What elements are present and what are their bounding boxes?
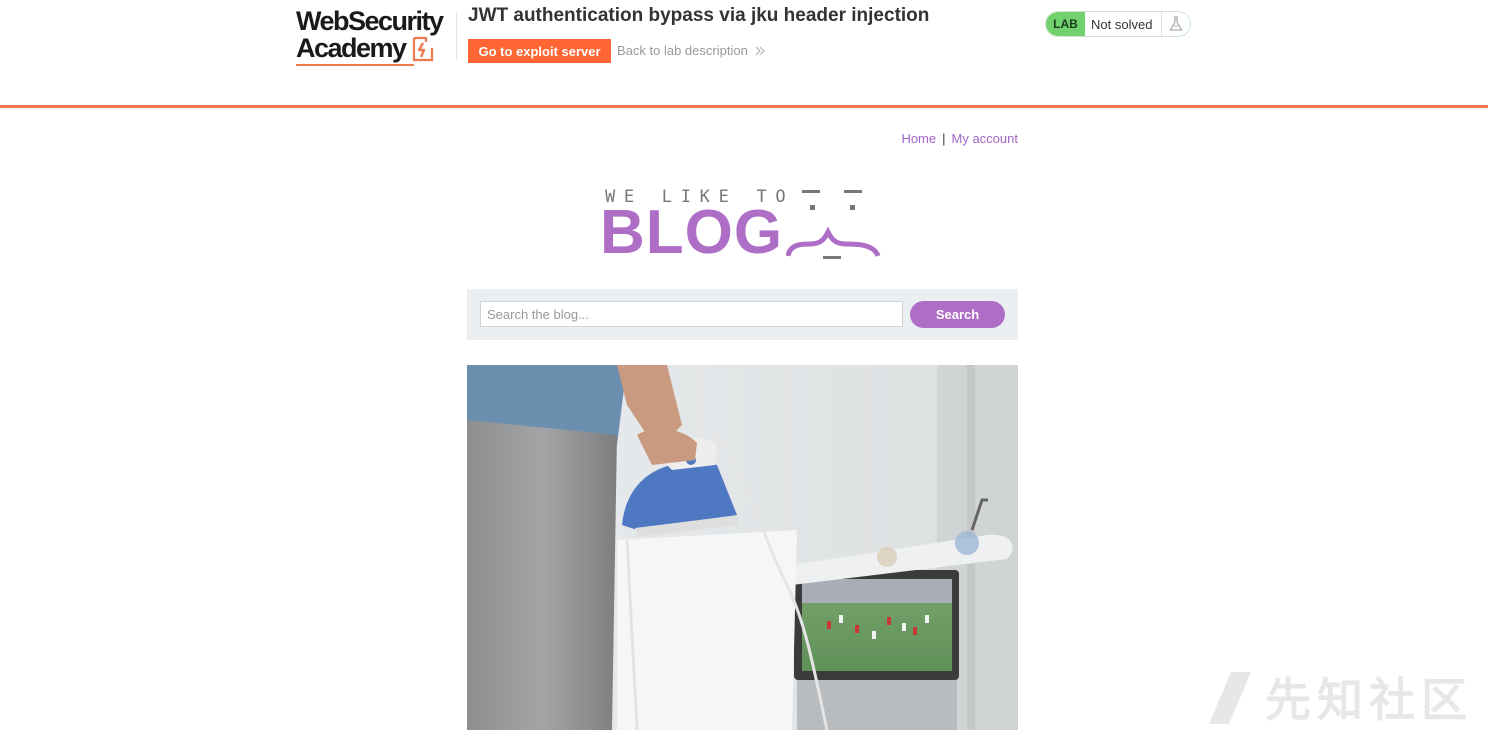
search-input[interactable] — [480, 301, 903, 327]
xianzhi-watermark: 先知社区 — [1205, 664, 1473, 730]
academy-header: WebSecurity Academy JWT authentication b… — [0, 0, 1488, 108]
search-panel: Search — [467, 289, 1018, 340]
back-to-lab-description-link[interactable]: Back to lab description — [617, 43, 766, 58]
lab-title: JWT authentication bypass via jku header… — [468, 5, 930, 26]
top-nav: Home | My account — [880, 131, 1018, 146]
photo-person-ironing-shirt-watching-football — [467, 365, 1018, 730]
header-divider — [456, 12, 457, 60]
go-to-exploit-server-button[interactable]: Go to exploit server — [468, 39, 611, 63]
brace-face-icon — [786, 190, 881, 259]
double-chevron-right-icon — [755, 46, 765, 55]
home-link[interactable]: Home — [901, 131, 936, 146]
logo-underline — [296, 64, 414, 66]
blog-banner: WE LIKE TO BLOG — [600, 182, 885, 264]
nav-separator: | — [942, 131, 946, 146]
web-security-academy-logo[interactable]: WebSecurity Academy — [296, 8, 456, 70]
flask-icon — [1162, 12, 1190, 36]
blog-post-image[interactable] — [467, 365, 1018, 730]
banner-title: BLOG — [600, 198, 784, 267]
logo-text-line2: Academy — [296, 33, 407, 63]
lab-badge: LAB — [1046, 12, 1085, 36]
search-button[interactable]: Search — [910, 301, 1005, 328]
flame-icon — [412, 36, 433, 61]
watermark-text: 先知社区 — [1265, 673, 1473, 727]
back-link-label: Back to lab description — [617, 43, 748, 58]
lab-status-widget: LAB Not solved — [1045, 11, 1191, 37]
logo-text-line1: WebSecurity — [296, 6, 444, 36]
lab-status-text: Not solved — [1085, 12, 1162, 36]
watermark-logo-icon — [1209, 672, 1251, 724]
my-account-link[interactable]: My account — [952, 131, 1018, 146]
